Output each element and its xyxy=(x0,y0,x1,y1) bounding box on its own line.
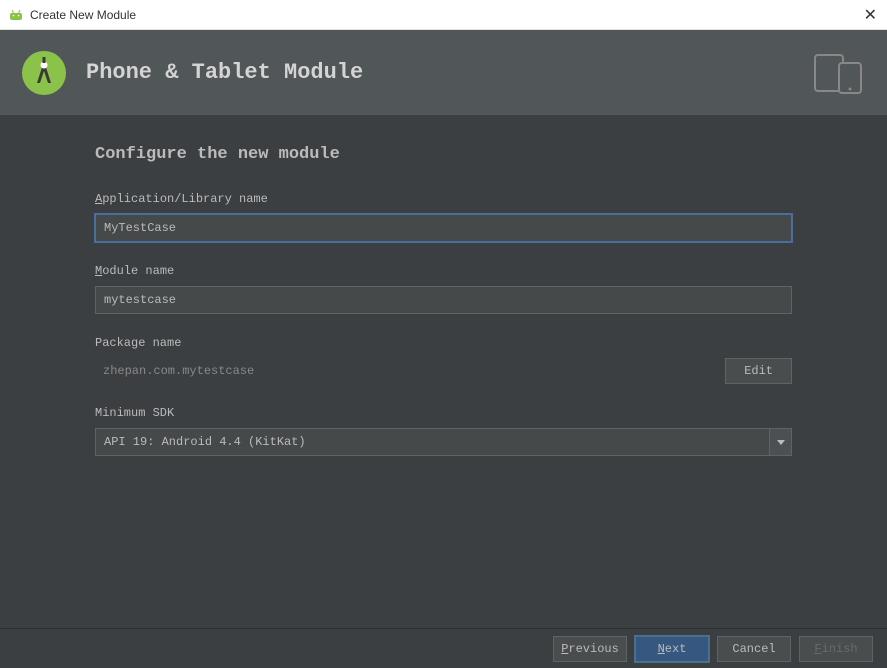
min-sdk-label: Minimum SDK xyxy=(95,406,792,420)
titlebar-left: Create New Module xyxy=(8,7,136,23)
field-package-name: Package name zhepan.com.mytestcase Edit xyxy=(95,336,792,384)
header-left: Phone & Tablet Module xyxy=(20,49,363,97)
min-sdk-select[interactable]: API 19: Android 4.4 (KitKat) xyxy=(95,428,792,456)
finish-button: Finish xyxy=(799,636,873,662)
edit-package-button[interactable]: Edit xyxy=(725,358,792,384)
field-app-name: Application/Library name xyxy=(95,192,792,242)
wizard-content: Configure the new module Application/Lib… xyxy=(0,115,887,628)
app-name-input[interactable] xyxy=(95,214,792,242)
android-studio-logo-icon xyxy=(20,49,68,97)
next-button[interactable]: Next xyxy=(635,636,709,662)
cancel-button[interactable]: Cancel xyxy=(717,636,791,662)
close-icon[interactable]: ✕ xyxy=(864,5,877,25)
module-name-input[interactable] xyxy=(95,286,792,314)
wizard-footer: Previous Next Cancel Finish xyxy=(0,628,887,668)
section-heading: Configure the new module xyxy=(95,145,792,164)
android-studio-icon xyxy=(8,7,24,23)
chevron-down-icon[interactable] xyxy=(770,428,792,456)
previous-button[interactable]: Previous xyxy=(553,636,627,662)
page-title: Phone & Tablet Module xyxy=(86,60,363,85)
module-name-label: Module name xyxy=(95,264,792,278)
wizard-header: Phone & Tablet Module xyxy=(0,30,887,115)
field-min-sdk: Minimum SDK API 19: Android 4.4 (KitKat) xyxy=(95,406,792,456)
phone-tablet-icon xyxy=(811,49,867,97)
app-name-label: Application/Library name xyxy=(95,192,792,206)
window-title: Create New Module xyxy=(30,8,136,22)
package-name-value: zhepan.com.mytestcase xyxy=(95,358,717,384)
package-name-label: Package name xyxy=(95,336,792,350)
min-sdk-value: API 19: Android 4.4 (KitKat) xyxy=(95,428,770,456)
package-row: zhepan.com.mytestcase Edit xyxy=(95,358,792,384)
field-module-name: Module name xyxy=(95,264,792,314)
window-titlebar: Create New Module ✕ xyxy=(0,0,887,30)
